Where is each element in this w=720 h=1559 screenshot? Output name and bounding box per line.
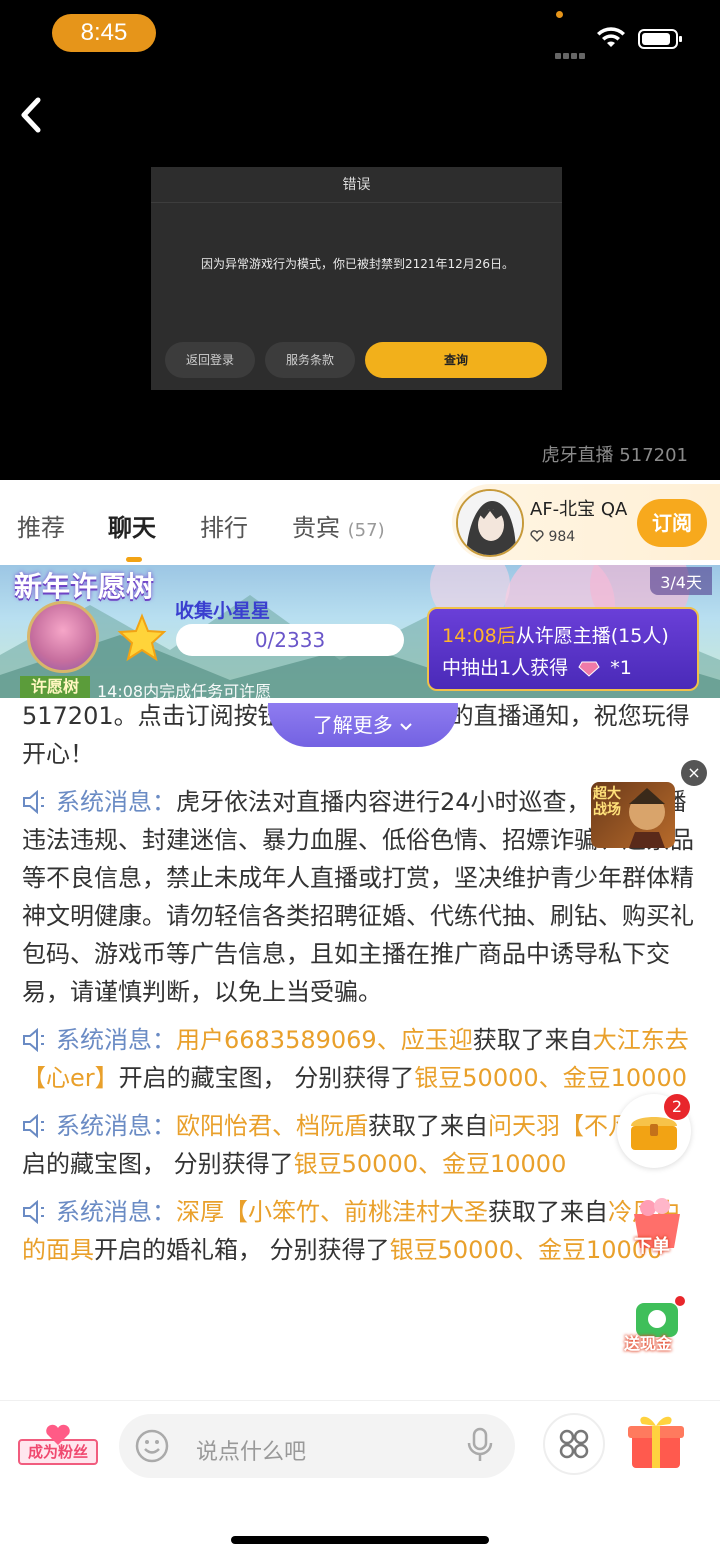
system-label: 系统消息：	[56, 788, 176, 816]
tab-vip-count: (57)	[347, 520, 385, 541]
lottery-info-box: 14:08后从许愿主播(15人) 中抽出1人获得 *1	[427, 607, 699, 691]
reward: 金豆10000	[442, 1150, 567, 1178]
separator: 、	[272, 1112, 296, 1140]
chat-message: 系统消息：用户6683589069、应玉迎获取了来自大江东去【心er】开启的藏宝…	[22, 1021, 702, 1097]
chat-message: 系统消息：深厚【小笨竹、前桃洼村大圣获取了来自冷风中的面具开启的婚礼箱， 分别获…	[22, 1193, 702, 1269]
tab-vip-label: 贵宾	[292, 514, 340, 542]
stars-progress: 0/2333	[176, 624, 404, 656]
anchor-name: AF-北宝 QA	[530, 499, 628, 520]
tab-active-indicator	[126, 557, 142, 562]
star-icon	[117, 613, 167, 662]
banner-title: 新年许愿树	[14, 570, 155, 603]
speaker-icon	[23, 790, 44, 814]
emoji-icon[interactable]	[134, 1428, 170, 1464]
banner-days: 3/4天	[650, 567, 712, 595]
separator: 、	[418, 1150, 442, 1178]
microphone-icon[interactable]	[466, 1427, 494, 1463]
system-label: 系统消息：	[56, 1026, 176, 1054]
reward: 金豆10000	[562, 1064, 687, 1092]
separator: 、	[538, 1064, 563, 1092]
chevron-down-icon	[400, 723, 412, 731]
error-dialog: 错误 因为异常游戏行为模式，你已被封禁到2121年12月26日。 返回登录 服务…	[151, 167, 562, 390]
speaker-icon	[23, 1028, 44, 1052]
chat-text: 获取了来自	[368, 1112, 488, 1140]
speaker-icon	[23, 1114, 44, 1138]
lottery-line-2: 中抽出1人获得 *1	[442, 653, 632, 680]
chat-input-placeholder: 说点什么吧	[196, 1440, 307, 1465]
gift-icon[interactable]	[624, 1410, 688, 1472]
recording-dot	[556, 11, 563, 18]
reward: 银豆50000	[414, 1064, 539, 1092]
anchor-fans-count: 984	[548, 529, 576, 545]
speaker-icon	[23, 1200, 44, 1224]
anchor-avatar[interactable]	[456, 489, 524, 557]
system-label: 系统消息：	[56, 1112, 176, 1140]
tab-chat[interactable]: 聊天	[108, 508, 156, 543]
game-warrior-icon	[629, 788, 665, 848]
dialog-message: 因为异常游戏行为模式，你已被封禁到2121年12月26日。	[200, 257, 515, 271]
separator: 、	[376, 1026, 401, 1054]
chat-text: 获取了来自	[488, 1198, 608, 1226]
game-ad-widget[interactable]: 超大战场	[591, 782, 675, 848]
cellular-signal-icon	[555, 44, 589, 59]
live-room-screen: 8:45 错误 因为异常游戏行为模式，你已被封禁到2121年12月26日。 返回…	[0, 0, 720, 1559]
home-indicator[interactable]	[231, 1536, 489, 1544]
subscribe-button[interactable]: 订阅	[637, 499, 707, 547]
reward: 银豆50000	[389, 1236, 514, 1264]
tab-recommend[interactable]: 推荐	[17, 508, 65, 543]
lottery-line-1: 14:08后从许愿主播(15人)	[442, 621, 669, 648]
user-name[interactable]: 用户6683589069	[176, 1026, 377, 1054]
lottery-time: 14:08后	[442, 625, 516, 647]
status-time: 8:45	[52, 14, 156, 52]
separator: 、	[514, 1236, 538, 1264]
anchor-avatar-image	[458, 491, 522, 555]
tab-rank[interactable]: 排行	[200, 508, 248, 543]
learn-more-button[interactable]: 了解更多	[268, 703, 458, 747]
close-ad-button[interactable]: ×	[681, 760, 707, 786]
heart-outline-icon	[530, 530, 544, 542]
chat-text: 获取了来自	[472, 1026, 593, 1054]
user-name[interactable]: 档阮盾	[296, 1112, 368, 1140]
separator: 、	[320, 1198, 344, 1226]
lottery-quantity: *1	[610, 657, 632, 679]
anchor-fans: 984	[530, 529, 575, 545]
heart-icon	[46, 1424, 70, 1445]
chat-input[interactable]	[119, 1414, 515, 1478]
order-label[interactable]: 下单	[634, 1232, 670, 1258]
query-button[interactable]: 查询	[365, 342, 547, 378]
terms-button[interactable]: 服务条款	[265, 342, 355, 378]
learn-more-label: 了解更多	[312, 713, 393, 737]
back-arrow-icon[interactable]	[14, 95, 48, 135]
tab-vip[interactable]: 贵宾 (57)	[292, 508, 385, 543]
gift-gem-icon	[578, 661, 600, 677]
reward: 银豆50000	[293, 1150, 418, 1178]
lottery-line1-text: 从许愿主播(15人)	[515, 625, 669, 647]
video-watermark: 虎牙直播 517201	[541, 445, 688, 466]
user-name[interactable]: 欧阳怡君	[176, 1112, 272, 1140]
chat-message: 系统消息：欧阳怡君、档阮盾获取了来自问天羽【不凡】开启的藏宝图， 分别获得了银豆…	[22, 1107, 702, 1183]
chat-text: 开启的婚礼箱， 分别获得了	[94, 1236, 390, 1264]
wifi-icon	[597, 27, 625, 47]
dialog-title: 错误	[151, 167, 562, 203]
wish-tree-label: 许愿树	[20, 676, 90, 698]
chest-badge: 2	[664, 1094, 690, 1120]
user-name[interactable]: 深厚【小笨竹	[176, 1198, 320, 1226]
chat-text: 开启的藏宝图， 分别获得了	[118, 1064, 415, 1092]
lottery-line2-text: 中抽出1人获得	[442, 657, 569, 679]
collect-stars-label: 收集小星星	[175, 600, 271, 622]
wish-tree-icon	[27, 601, 99, 673]
user-name[interactable]: 应玉迎	[401, 1026, 473, 1054]
back-login-button[interactable]: 返回登录	[165, 342, 255, 378]
system-label: 系统消息：	[56, 1198, 176, 1226]
battery-icon	[638, 29, 682, 49]
user-name[interactable]: 前桃洼村大圣	[344, 1198, 488, 1226]
more-features-button[interactable]	[543, 1413, 605, 1475]
grid-icon	[559, 1429, 589, 1459]
cash-label[interactable]: 送现金	[624, 1330, 672, 1354]
